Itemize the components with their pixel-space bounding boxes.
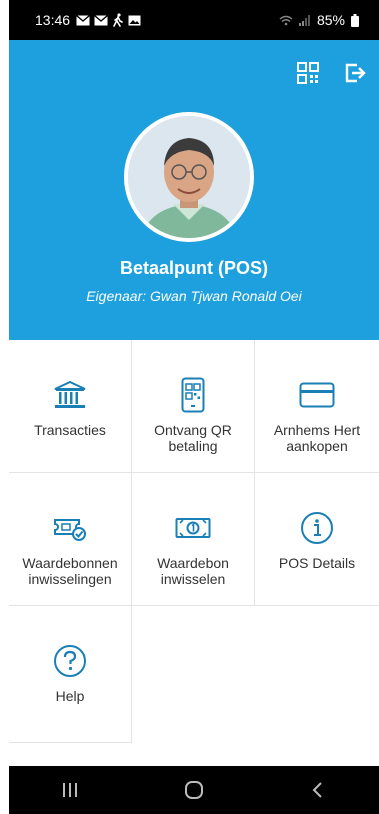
tile-label: Waardebon inwisselen bbox=[157, 555, 229, 587]
tile-ontvang-qr-betaling[interactable]: Ontvang QR betaling bbox=[132, 340, 255, 473]
logout-button[interactable] bbox=[344, 62, 366, 84]
notification-icons bbox=[76, 13, 141, 27]
owner-name: Eigenaar: Gwan Tjwan Ronald Oei bbox=[86, 288, 302, 304]
recent-apps-icon[interactable] bbox=[61, 781, 79, 799]
pos-title: Betaalpunt (POS) bbox=[119, 258, 268, 278]
tile-waardebon-inwisselen[interactable]: Waardebon inwisselen bbox=[132, 473, 255, 606]
tile-transacties[interactable]: Transacties bbox=[9, 340, 132, 473]
tile-label: POS Details bbox=[278, 555, 356, 571]
qr-phone-icon bbox=[181, 377, 205, 413]
voucher-check-icon bbox=[53, 511, 87, 545]
banknote-icon bbox=[175, 511, 211, 545]
app-screen: 13:46 85% Betaalpunt (POS) Eigenaar: Gwa… bbox=[9, 0, 379, 814]
help-icon bbox=[53, 644, 87, 678]
tile-label: Help bbox=[55, 688, 85, 704]
tile-arnhems-hert-aankopen[interactable]: Arnhems Hert aankopen bbox=[255, 340, 379, 473]
tile-label: Waardebonnen inwisselingen bbox=[22, 555, 118, 587]
status-bar: 13:46 85% bbox=[9, 0, 379, 40]
walking-icon bbox=[113, 13, 123, 27]
tile-label: Arnhems Hert aankopen bbox=[273, 422, 361, 454]
tile-help[interactable]: Help bbox=[9, 606, 132, 743]
avatar bbox=[124, 112, 254, 242]
mail-icon bbox=[94, 14, 108, 25]
battery-level: 85% bbox=[316, 12, 345, 28]
tile-pos-details[interactable]: POS Details bbox=[255, 473, 379, 606]
signal-icon bbox=[298, 14, 310, 26]
qr-code-icon bbox=[297, 62, 319, 84]
status-time: 13:46 bbox=[35, 12, 71, 28]
status-right: 85% bbox=[279, 12, 359, 28]
status-left: 13:46 bbox=[35, 12, 141, 28]
tile-label: Transacties bbox=[34, 422, 106, 438]
battery-icon bbox=[351, 13, 359, 27]
qr-code-button[interactable] bbox=[297, 62, 319, 84]
profile-header: Betaalpunt (POS) Eigenaar: Gwan Tjwan Ro… bbox=[9, 40, 379, 340]
wifi-icon bbox=[279, 15, 293, 25]
tile-waardebonnen-inwisselingen[interactable]: Waardebonnen inwisselingen bbox=[9, 473, 132, 606]
home-icon[interactable] bbox=[184, 780, 204, 800]
info-icon bbox=[300, 511, 334, 545]
tile-label: Ontvang QR betaling bbox=[154, 422, 232, 454]
bank-icon bbox=[53, 378, 87, 412]
mail-icon bbox=[76, 14, 90, 25]
back-icon[interactable] bbox=[309, 781, 327, 799]
credit-card-icon bbox=[299, 378, 335, 412]
person-photo bbox=[128, 116, 250, 238]
android-nav-bar bbox=[9, 766, 379, 814]
logout-icon bbox=[345, 63, 366, 83]
image-icon bbox=[128, 15, 141, 25]
